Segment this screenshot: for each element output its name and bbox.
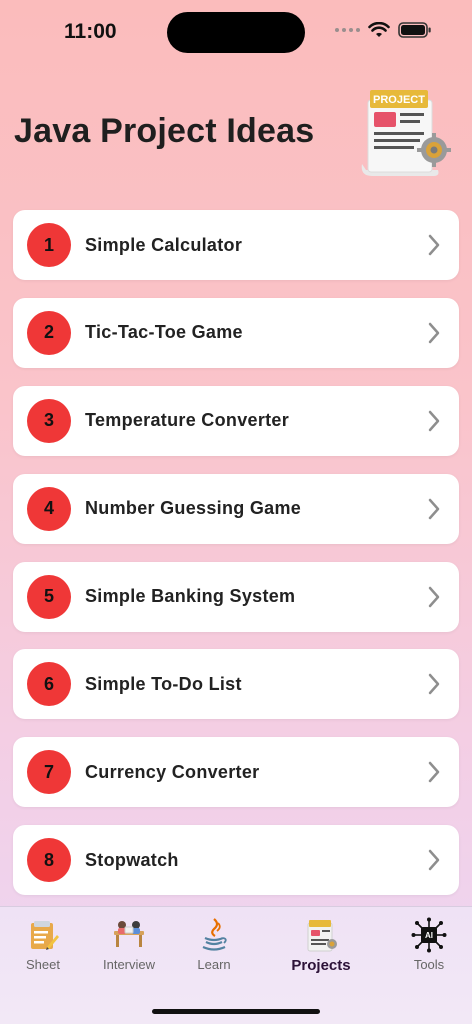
svg-text:AI: AI (425, 931, 433, 940)
chevron-right-icon (428, 498, 440, 519)
project-item-number-guessing-game[interactable]: 4 Number Guessing Game (13, 473, 459, 544)
home-indicator (152, 1009, 320, 1014)
status-time: 11:00 (64, 20, 117, 43)
item-number-badge: 2 (27, 310, 71, 355)
chevron-right-icon (428, 674, 440, 695)
tab-interview[interactable]: Interview (84, 917, 174, 972)
chevron-right-icon (428, 410, 440, 432)
project-item-tic-tac-toe[interactable]: 2 Tic-Tac-Toe Game (13, 297, 459, 368)
status-icons (335, 22, 432, 38)
chevron-right-icon (428, 762, 440, 783)
item-number-badge: 6 (27, 662, 71, 707)
item-label: Stopwatch (85, 849, 179, 870)
item-label: Simple To-Do List (85, 673, 242, 694)
tab-sheet[interactable]: Sheet (0, 917, 88, 972)
tab-label: Tools (413, 957, 445, 972)
item-number-badge: 5 (27, 574, 71, 619)
item-label: Simple Banking System (85, 586, 296, 607)
sheet-icon (31, 921, 59, 950)
item-label: Tic-Tac-Toe Game (85, 322, 243, 343)
item-number-badge: 1 (27, 223, 71, 267)
project-item-simple-calculator[interactable]: 1 Simple Calculator (13, 210, 459, 280)
tab-projects[interactable]: Projects (276, 917, 366, 974)
tab-label: Interview (102, 957, 156, 972)
chevron-right-icon (428, 849, 440, 871)
project-item-stopwatch[interactable]: 8 Stopwatch (13, 825, 459, 896)
item-number-badge: 8 (27, 838, 71, 883)
tab-label: Learn (197, 957, 231, 972)
tab-tools[interactable]: AI Tools (384, 917, 472, 972)
interview-icon (114, 921, 144, 947)
battery-icon (398, 22, 431, 38)
ai-chip-icon: AI (411, 917, 447, 953)
chevron-right-icon (428, 586, 440, 607)
project-item-simple-banking-system[interactable]: 5 Simple Banking System (13, 561, 459, 632)
item-number-badge: 4 (27, 486, 71, 531)
project-icon (307, 920, 337, 952)
chevron-right-icon (428, 234, 440, 256)
bottom-tab-bar: Sheet Interview Learn Projects AI Tools (0, 906, 472, 1024)
tab-label: Projects (291, 957, 351, 974)
project-illustration: PROJECT (361, 90, 451, 176)
java-icon (202, 918, 227, 951)
chevron-right-icon (428, 322, 440, 344)
item-label: Temperature Converter (85, 410, 290, 431)
wifi-icon (368, 22, 390, 37)
cellular-dots-icon (335, 28, 360, 32)
item-label: Number Guessing Game (85, 498, 302, 519)
dynamic-island (167, 12, 305, 53)
tab-label: Sheet (26, 957, 60, 972)
item-label: Simple Calculator (85, 234, 243, 255)
page-title: Java Project Ideas (14, 112, 315, 150)
project-item-simple-to-do-list[interactable]: 6 Simple To-Do List (13, 649, 459, 720)
project-list: 1 Simple Calculator 2 Tic-Tac-Toe Game 3… (13, 210, 459, 913)
svg-text:PROJECT: PROJECT (373, 94, 425, 106)
project-item-currency-converter[interactable]: 7 Currency Converter (13, 737, 459, 808)
status-bar: 11:00 (0, 0, 472, 60)
item-label: Currency Converter (85, 761, 260, 782)
project-item-temperature-converter[interactable]: 3 Temperature Converter (13, 385, 459, 456)
item-number-badge: 3 (27, 398, 71, 443)
tab-learn[interactable]: Learn (169, 917, 259, 972)
item-number-badge: 7 (27, 750, 71, 795)
